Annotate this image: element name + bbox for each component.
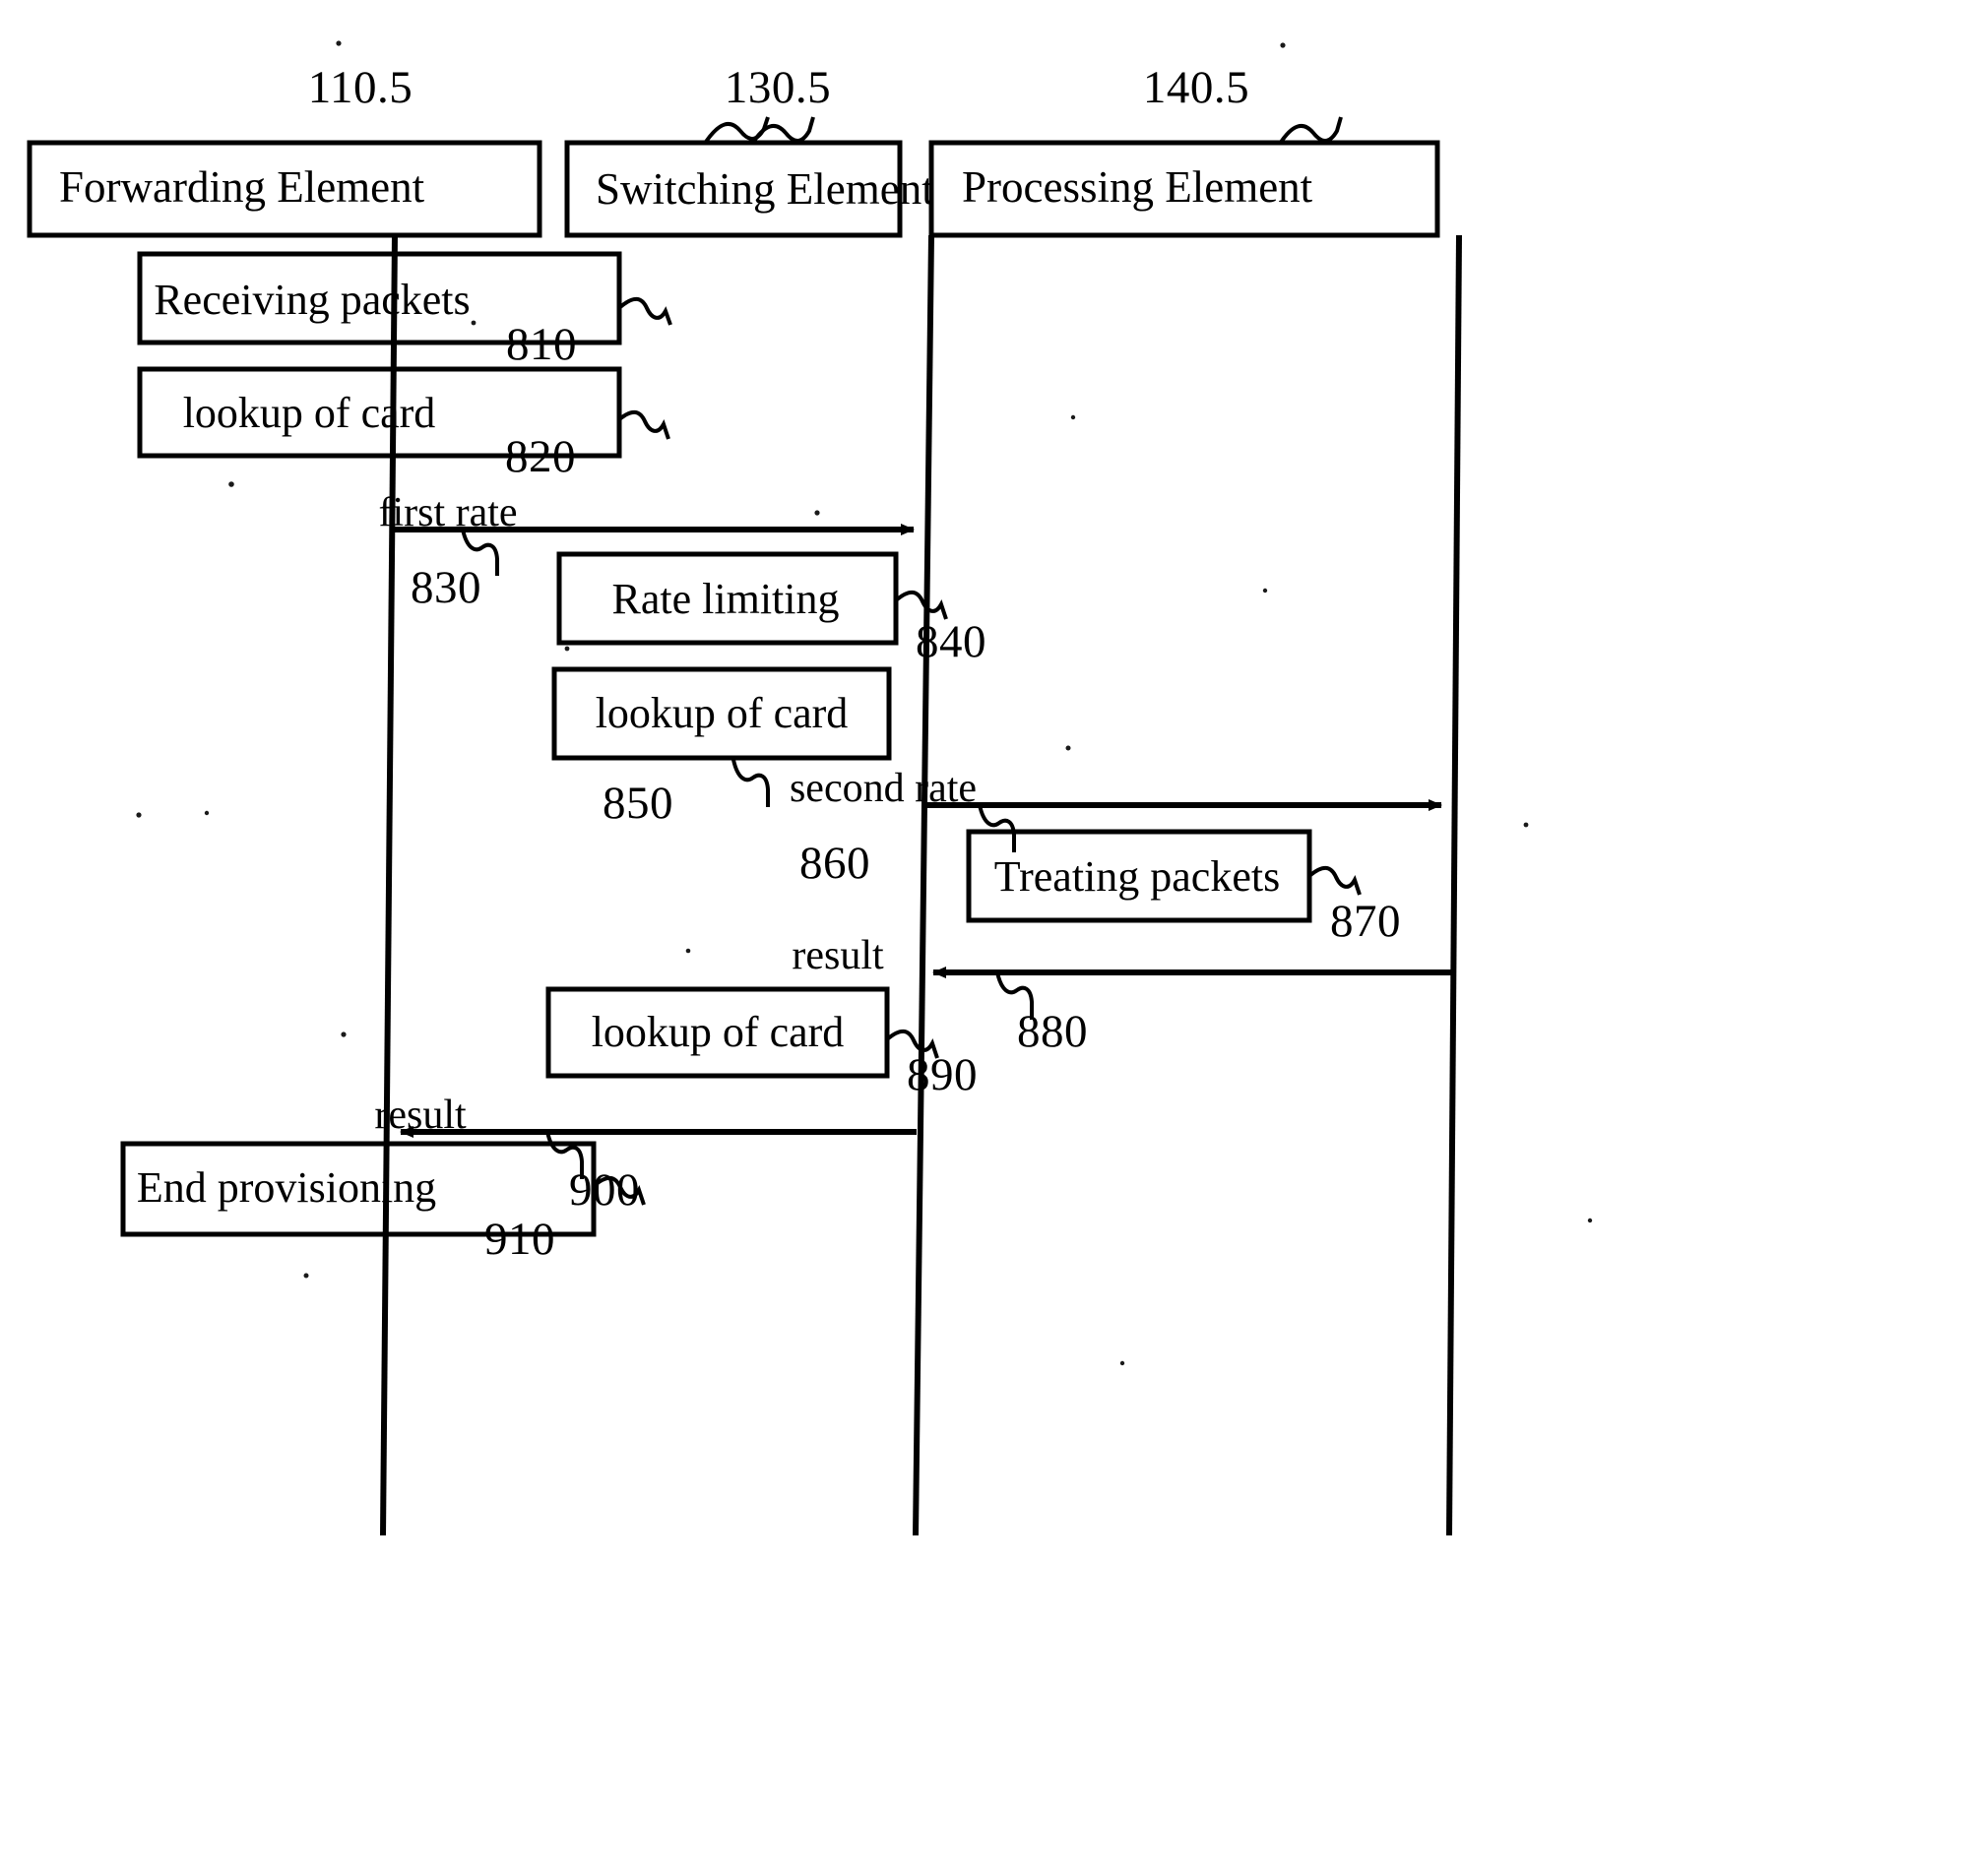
- leader-820: [616, 409, 670, 440]
- activity-label-end-provisioning: End provisioning: [136, 1163, 437, 1212]
- message-label-first-rate: first rate: [378, 490, 518, 535]
- reference-numeral-840: 840: [916, 616, 986, 667]
- message-label-second-rate: second rate: [789, 766, 978, 811]
- reference-numeral-900: 900: [569, 1164, 640, 1216]
- message-label-result-880: result: [792, 933, 884, 978]
- activity-label-rate-limiting: Rate limiting: [611, 575, 840, 623]
- reference-numeral-860: 860: [799, 838, 870, 889]
- activity-label-lookup-of-card-850: lookup of card: [595, 689, 849, 737]
- reference-numeral-910: 910: [484, 1214, 555, 1265]
- message-label-result-900: result: [374, 1093, 467, 1138]
- reference-numeral-880: 880: [1017, 1006, 1088, 1057]
- reference-numeral-890: 890: [907, 1049, 978, 1100]
- header-label-switching-element: Switching Element: [596, 164, 934, 214]
- header-label-forwarding-element: Forwarding Element: [59, 162, 425, 212]
- reference-numeral-820: 820: [505, 431, 576, 482]
- reference-numeral-850: 850: [603, 778, 673, 829]
- figure-canvas: 110.5 130.5 140.5 Forwarding Element Swi…: [0, 0, 1970, 1876]
- leader-140-5: [1278, 116, 1343, 146]
- leader-130-5: [750, 116, 815, 146]
- leader-850b: [731, 759, 770, 807]
- reference-numeral-810: 810: [506, 319, 577, 370]
- reference-numeral-830: 830: [411, 562, 481, 613]
- reference-numeral-110-5: 110.5: [307, 62, 413, 113]
- lifeline-switching: [913, 234, 934, 1536]
- leader-860: [978, 804, 1016, 852]
- activity-label-receiving-packets: Receiving packets: [154, 276, 471, 324]
- leader-810: [618, 296, 672, 326]
- activity-label-lookup-of-card-890: lookup of card: [591, 1008, 845, 1056]
- leader-840: [894, 590, 948, 620]
- header-label-processing-element: Processing Element: [962, 162, 1313, 212]
- leader-870: [1307, 865, 1362, 896]
- reference-numeral-130-5: 130.5: [724, 62, 832, 113]
- reference-numeral-140-5: 140.5: [1142, 62, 1250, 113]
- lifeline-processing: [1446, 234, 1462, 1536]
- reference-numeral-870: 870: [1330, 896, 1401, 947]
- activity-label-treating-packets: Treating packets: [993, 852, 1281, 901]
- activity-label-lookup-of-card-820: lookup of card: [182, 389, 436, 437]
